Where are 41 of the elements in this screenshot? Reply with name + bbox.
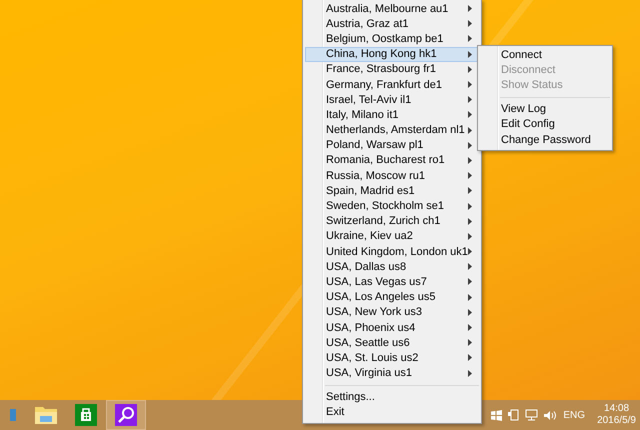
taskbar-app-button[interactable] [106, 400, 146, 430]
server-menu-item[interactable]: USA, Dallas us8 [305, 259, 479, 274]
submenu-arrow-icon [468, 370, 472, 377]
submenu-item[interactable]: Change Password [480, 132, 610, 148]
server-menu-item[interactable]: USA, New York us3 [305, 304, 479, 320]
volume-icon[interactable] [544, 410, 558, 420]
server-menu-item[interactable]: Sweden, Stockholm se1 [305, 198, 479, 214]
device-icon[interactable] [508, 409, 520, 421]
menu-item[interactable]: Exit [305, 404, 479, 420]
server-menu-item[interactable]: Australia, Melbourne au1 [305, 1, 479, 16]
network-icon[interactable] [525, 409, 538, 421]
app-icon [10, 407, 16, 423]
folder-icon [34, 404, 58, 426]
server-menu-item[interactable]: Austria, Graz at1 [305, 16, 479, 32]
server-menu-item[interactable]: USA, Phoenix us4 [305, 320, 479, 336]
server-menu-item[interactable]: USA, St. Louis us2 [305, 350, 479, 366]
server-menu-item[interactable]: Germany, Frankfurt de1 [305, 76, 479, 92]
menu-item[interactable]: Settings... [305, 390, 479, 405]
submenu-item[interactable]: Edit Config [480, 116, 610, 132]
server-menu-item[interactable]: Netherlands, Amsterdam nl1 [305, 122, 479, 138]
server-menu-item[interactable]: Italy, Milano it1 [305, 107, 479, 122]
server-menu-item[interactable]: Romania, Bucharest ro1 [305, 152, 479, 168]
server-menu-item[interactable]: China, Hong Kong hk1 [305, 46, 479, 62]
server-menu-item[interactable]: USA, Los Angeles us5 [305, 290, 479, 305]
flag-icon[interactable] [491, 410, 502, 420]
search-icon [115, 404, 137, 426]
server-menu-item[interactable]: Spain, Madrid es1 [305, 183, 479, 198]
server-menu-item[interactable]: USA, Seattle us6 [305, 335, 479, 350]
server-menu-item[interactable]: France, Strasbourg fr1 [305, 62, 479, 77]
server-menu-item[interactable]: Belgium, Oostkamp be1 [305, 31, 479, 47]
server-menu-item[interactable]: United Kingdom, London uk1 [305, 244, 479, 260]
submenu-item[interactable]: View Log [480, 102, 610, 117]
server-menu-item[interactable]: USA, Las Vegas us7 [305, 274, 479, 290]
server-menu-item[interactable]: Russia, Moscow ru1 [305, 168, 479, 184]
server-menu-item[interactable]: Ukraine, Kiev ua2 [305, 228, 479, 244]
server-menu-item[interactable]: USA, Virginia us1 [305, 366, 479, 381]
server-menu-item[interactable]: Switzerland, Zurich ch1 [305, 214, 479, 229]
server-menu-item[interactable]: Israel, Tel-Aviv il1 [305, 92, 479, 108]
store-icon [75, 404, 97, 426]
server-menu-item[interactable]: Poland, Warsaw pl1 [305, 138, 479, 153]
submenu-item[interactable]: Connect [480, 47, 610, 62]
